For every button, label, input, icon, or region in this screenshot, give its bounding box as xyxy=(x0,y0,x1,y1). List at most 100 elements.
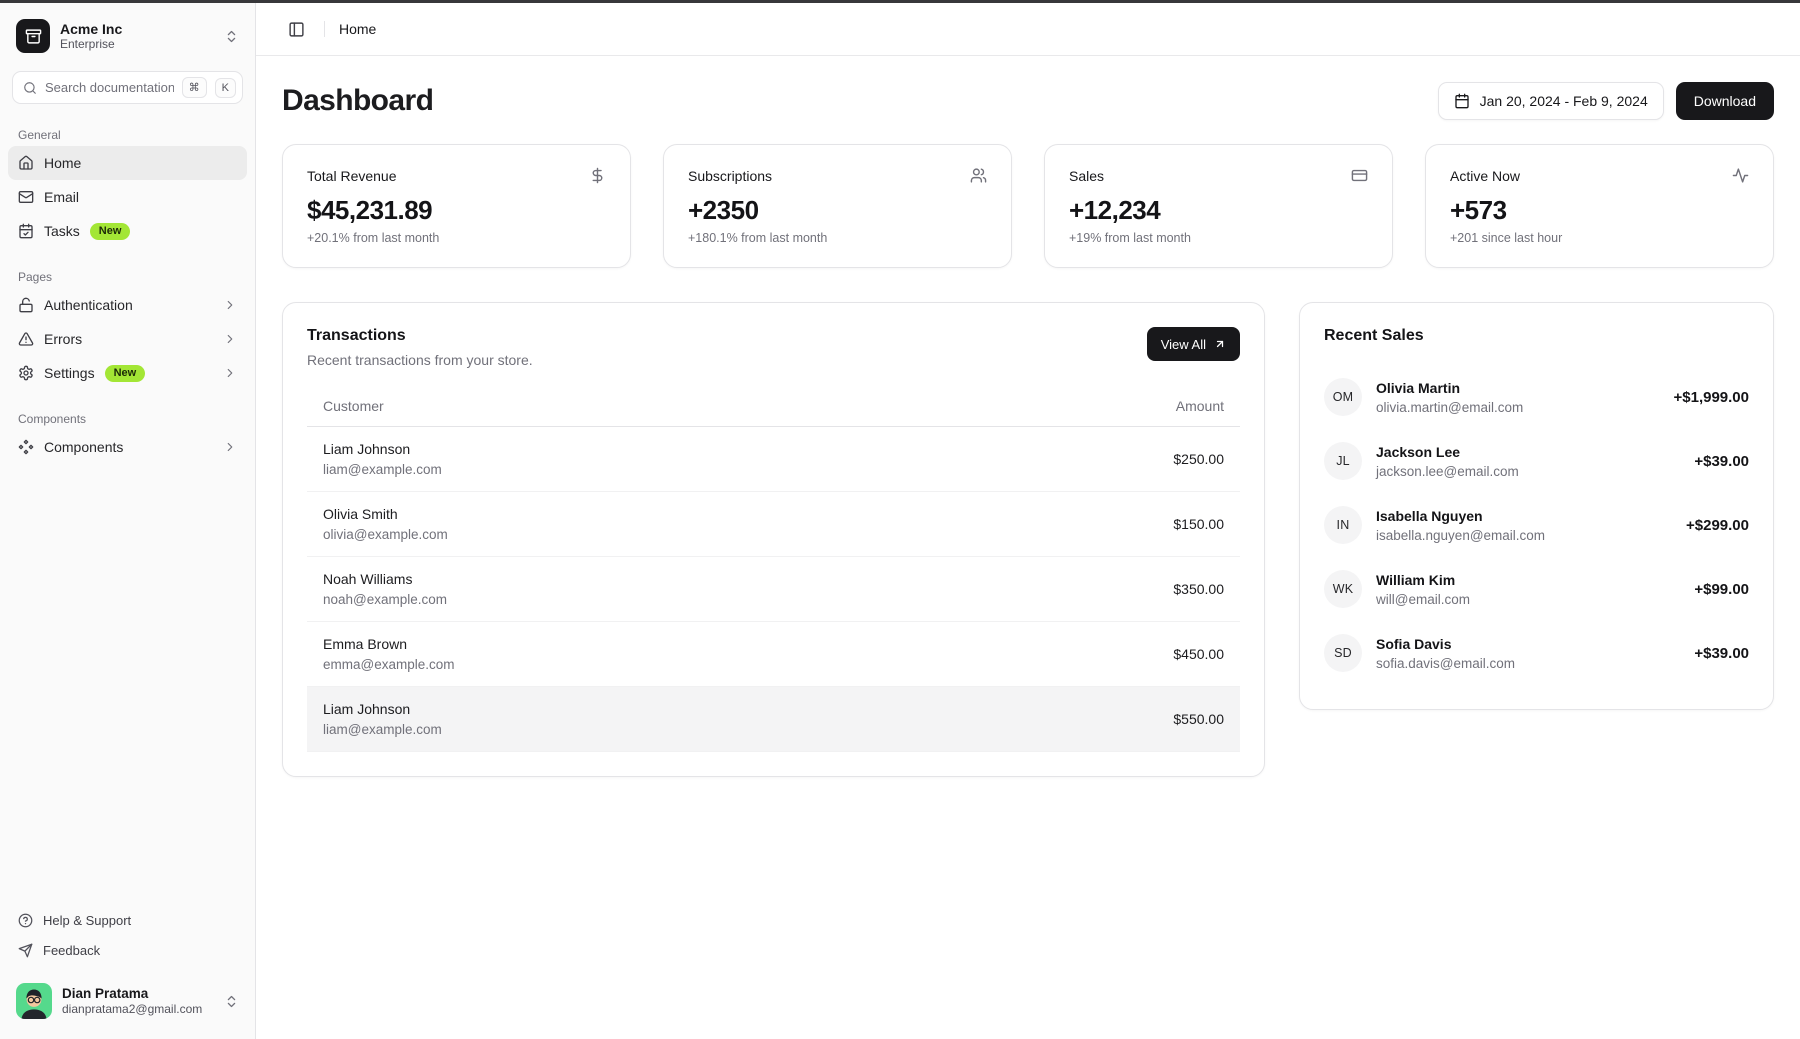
sale-customer-email: isabella.nguyen@email.com xyxy=(1376,528,1545,543)
stat-note: +19% from last month xyxy=(1069,231,1368,245)
recent-sale-item: JL Jackson Lee jackson.lee@email.com +$3… xyxy=(1324,429,1749,493)
view-all-button[interactable]: View All xyxy=(1147,327,1240,361)
stat-card-sales: Sales +12,234 +19% from last month xyxy=(1044,144,1393,268)
transaction-row[interactable]: Olivia Smith olivia@example.com $150.00 xyxy=(307,492,1240,557)
stat-value: $45,231.89 xyxy=(307,195,606,226)
activity-icon xyxy=(1732,167,1749,184)
user-name: Dian Pratama xyxy=(62,986,202,1002)
sidebar-footer-item-feedback[interactable]: Feedback xyxy=(8,935,247,965)
transaction-row[interactable]: Liam Johnson liam@example.com $250.00 xyxy=(307,427,1240,492)
archive-icon xyxy=(16,19,50,53)
sidebar-item-components[interactable]: Components xyxy=(8,430,247,464)
sale-customer-name: Sofia Davis xyxy=(1376,636,1515,652)
download-label: Download xyxy=(1694,93,1756,109)
sidebar-nav-pages: Authentication Errors Settings New xyxy=(8,288,247,390)
sale-customer-email: olivia.martin@email.com xyxy=(1376,400,1523,415)
transaction-row[interactable]: Noah Williams noah@example.com $350.00 xyxy=(307,557,1240,622)
stat-note: +201 since last hour xyxy=(1450,231,1749,245)
initials-avatar: WK xyxy=(1324,570,1362,608)
main-area: Home Dashboard Jan 20, 2024 - Feb 9, 202… xyxy=(256,3,1800,1039)
sale-customer-name: William Kim xyxy=(1376,572,1470,588)
workspace-switcher[interactable]: Acme Inc Enterprise xyxy=(8,13,247,59)
send-icon xyxy=(18,943,33,958)
sidebar-toggle-button[interactable] xyxy=(282,15,310,43)
sidebar-item-label: Tasks xyxy=(44,223,80,239)
footer-item-label: Feedback xyxy=(43,943,100,958)
column-amount: Amount xyxy=(1176,398,1224,414)
stat-value: +12,234 xyxy=(1069,195,1368,226)
transactions-table-header: Customer Amount xyxy=(307,388,1240,427)
initials-avatar: JL xyxy=(1324,442,1362,480)
recent-sale-item: IN Isabella Nguyen isabella.nguyen@email… xyxy=(1324,493,1749,557)
stat-title: Sales xyxy=(1069,168,1104,184)
new-badge: New xyxy=(105,365,146,382)
view-all-label: View All xyxy=(1161,337,1206,352)
sidebar-item-email[interactable]: Email xyxy=(8,180,247,214)
workspace-name: Acme Inc xyxy=(60,21,122,37)
date-range-button[interactable]: Jan 20, 2024 - Feb 9, 2024 xyxy=(1438,82,1664,120)
recent-sale-item: SD Sofia Davis sofia.davis@email.com +$3… xyxy=(1324,621,1749,685)
triangle-alert-icon xyxy=(18,331,34,347)
sidebar-item-label: Email xyxy=(44,189,79,205)
sidebar-item-errors[interactable]: Errors xyxy=(8,322,247,356)
chevrons-up-down-icon xyxy=(224,29,239,44)
sidebar-nav-components: Components xyxy=(8,430,247,464)
transactions-subtitle: Recent transactions from your store. xyxy=(307,352,533,368)
credit-card-icon xyxy=(1351,167,1368,184)
sidebar: Acme Inc Enterprise Search documentation… xyxy=(0,3,256,1039)
user-email: dianpratama2@gmail.com xyxy=(62,1002,202,1016)
lock-open-icon xyxy=(18,297,34,313)
column-customer: Customer xyxy=(323,398,384,414)
customer-email: noah@example.com xyxy=(323,592,447,607)
date-range-label: Jan 20, 2024 - Feb 9, 2024 xyxy=(1480,93,1648,109)
sidebar-item-label: Errors xyxy=(44,331,82,347)
topbar: Home xyxy=(256,3,1800,56)
search-input[interactable]: Search documentation ⌘ K xyxy=(12,71,243,104)
chevron-right-icon xyxy=(223,332,237,346)
sidebar-item-settings[interactable]: Settings New xyxy=(8,356,247,390)
sidebar-item-label: Components xyxy=(44,439,123,455)
recent-sales-card: Recent Sales OM Olivia Martin olivia.mar… xyxy=(1299,302,1774,710)
recent-sale-item: OM Olivia Martin olivia.martin@email.com… xyxy=(1324,365,1749,429)
sidebar-nav-general: Home Email Tasks New xyxy=(8,146,247,248)
sidebar-item-tasks[interactable]: Tasks New xyxy=(8,214,247,248)
initials-avatar: OM xyxy=(1324,378,1362,416)
transactions-title: Transactions xyxy=(307,327,533,345)
customer-email: liam@example.com xyxy=(323,722,442,737)
transactions-table: Customer Amount Liam Johnson liam@exampl… xyxy=(307,388,1240,752)
sidebar-section-components: Components xyxy=(8,406,247,430)
download-button[interactable]: Download xyxy=(1676,82,1774,120)
sidebar-item-authentication[interactable]: Authentication xyxy=(8,288,247,322)
panel-left-icon xyxy=(288,21,305,38)
settings-icon xyxy=(18,365,34,381)
transaction-amount: $250.00 xyxy=(1173,451,1224,467)
transaction-row[interactable]: Liam Johnson liam@example.com $550.00 xyxy=(307,687,1240,752)
users-icon xyxy=(970,167,987,184)
avatar xyxy=(16,983,52,1019)
stat-title: Total Revenue xyxy=(307,168,397,184)
chevron-right-icon xyxy=(223,298,237,312)
sale-customer-email: jackson.lee@email.com xyxy=(1376,464,1519,479)
customer-name: Liam Johnson xyxy=(323,441,442,457)
stat-card-active-now: Active Now +573 +201 since last hour xyxy=(1425,144,1774,268)
dollar-sign-icon xyxy=(589,167,606,184)
sale-amount: +$1,999.00 xyxy=(1674,389,1750,406)
stat-card-total-revenue: Total Revenue $45,231.89 +20.1% from las… xyxy=(282,144,631,268)
breadcrumb[interactable]: Home xyxy=(339,21,376,37)
stat-title: Subscriptions xyxy=(688,168,772,184)
help-circle-icon xyxy=(18,913,33,928)
sidebar-footer-item-help-support[interactable]: Help & Support xyxy=(8,905,247,935)
sidebar-section-pages: Pages xyxy=(8,264,247,288)
initials-avatar: IN xyxy=(1324,506,1362,544)
sidebar-item-home[interactable]: Home xyxy=(8,146,247,180)
calendar-check-icon xyxy=(18,223,34,239)
user-menu[interactable]: Dian Pratama dianpratama2@gmail.com xyxy=(8,975,247,1027)
sidebar-item-label: Authentication xyxy=(44,297,133,313)
transaction-row[interactable]: Emma Brown emma@example.com $450.00 xyxy=(307,622,1240,687)
app-root: Acme Inc Enterprise Search documentation… xyxy=(0,3,1800,1039)
stats-row: Total Revenue $45,231.89 +20.1% from las… xyxy=(282,144,1774,268)
transaction-amount: $150.00 xyxy=(1173,516,1224,532)
customer-name: Noah Williams xyxy=(323,571,447,587)
stat-note: +20.1% from last month xyxy=(307,231,606,245)
sale-amount: +$99.00 xyxy=(1694,581,1749,598)
